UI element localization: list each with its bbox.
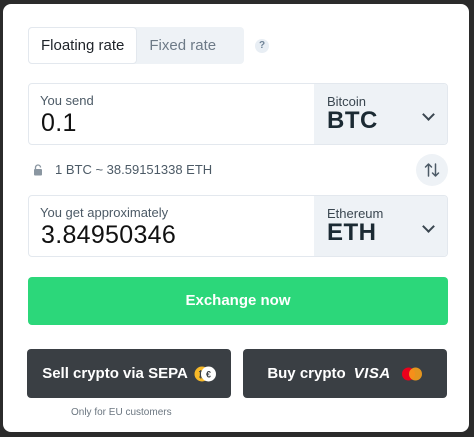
send-amount-row: You send 0.1 Bitcoin BTC [28,83,448,145]
help-icon[interactable]: ? [255,39,269,53]
exchange-widget: Floating rate Fixed rate ? You send 0.1 … [3,4,469,432]
send-amount-input[interactable]: 0.1 [41,109,77,138]
buy-crypto-label: Buy crypto [267,365,346,382]
tab-fixed-rate[interactable]: Fixed rate [137,27,228,64]
exchange-now-button[interactable]: Exchange now [28,277,448,325]
get-label: You get approximately [40,205,169,220]
mastercard-icon [401,367,423,381]
exchange-rate-text: 1 BTC ~ 38.59151338 ETH [55,162,213,177]
get-amount-field[interactable]: You get approximately 3.84950346 [29,196,314,256]
swap-arrows-icon [424,163,440,177]
get-amount-row: You get approximately 3.84950346 Ethereu… [28,195,448,257]
send-currency-select[interactable]: Bitcoin BTC [314,84,447,144]
get-amount-value[interactable]: 3.84950346 [41,221,176,250]
eu-customers-note: Only for EU customers [71,407,172,418]
send-label: You send [40,93,94,108]
tab-floating-rate[interactable]: Floating rate [28,27,138,64]
sell-crypto-sepa-button[interactable]: Sell crypto via SEPA ₿ € [27,349,231,398]
buy-crypto-card-button[interactable]: Buy crypto VISA [243,349,447,398]
get-currency-code: ETH [327,219,377,246]
chevron-down-icon [422,220,435,233]
rate-type-tabs: Floating rate Fixed rate [28,27,244,64]
send-currency-code: BTC [327,107,378,134]
get-currency-select[interactable]: Ethereum ETH [314,196,447,256]
visa-logo: VISA [353,365,391,382]
lock-icon [33,163,43,176]
svg-text:€: € [206,369,211,379]
sell-crypto-label: Sell crypto via SEPA [42,365,188,382]
send-amount-field[interactable]: You send 0.1 [29,84,314,144]
chevron-down-icon [422,108,435,121]
sepa-coin-icon: ₿ € [194,366,216,382]
swap-currencies-button[interactable] [416,154,448,186]
exchange-rate-info: 1 BTC ~ 38.59151338 ETH [33,162,212,177]
